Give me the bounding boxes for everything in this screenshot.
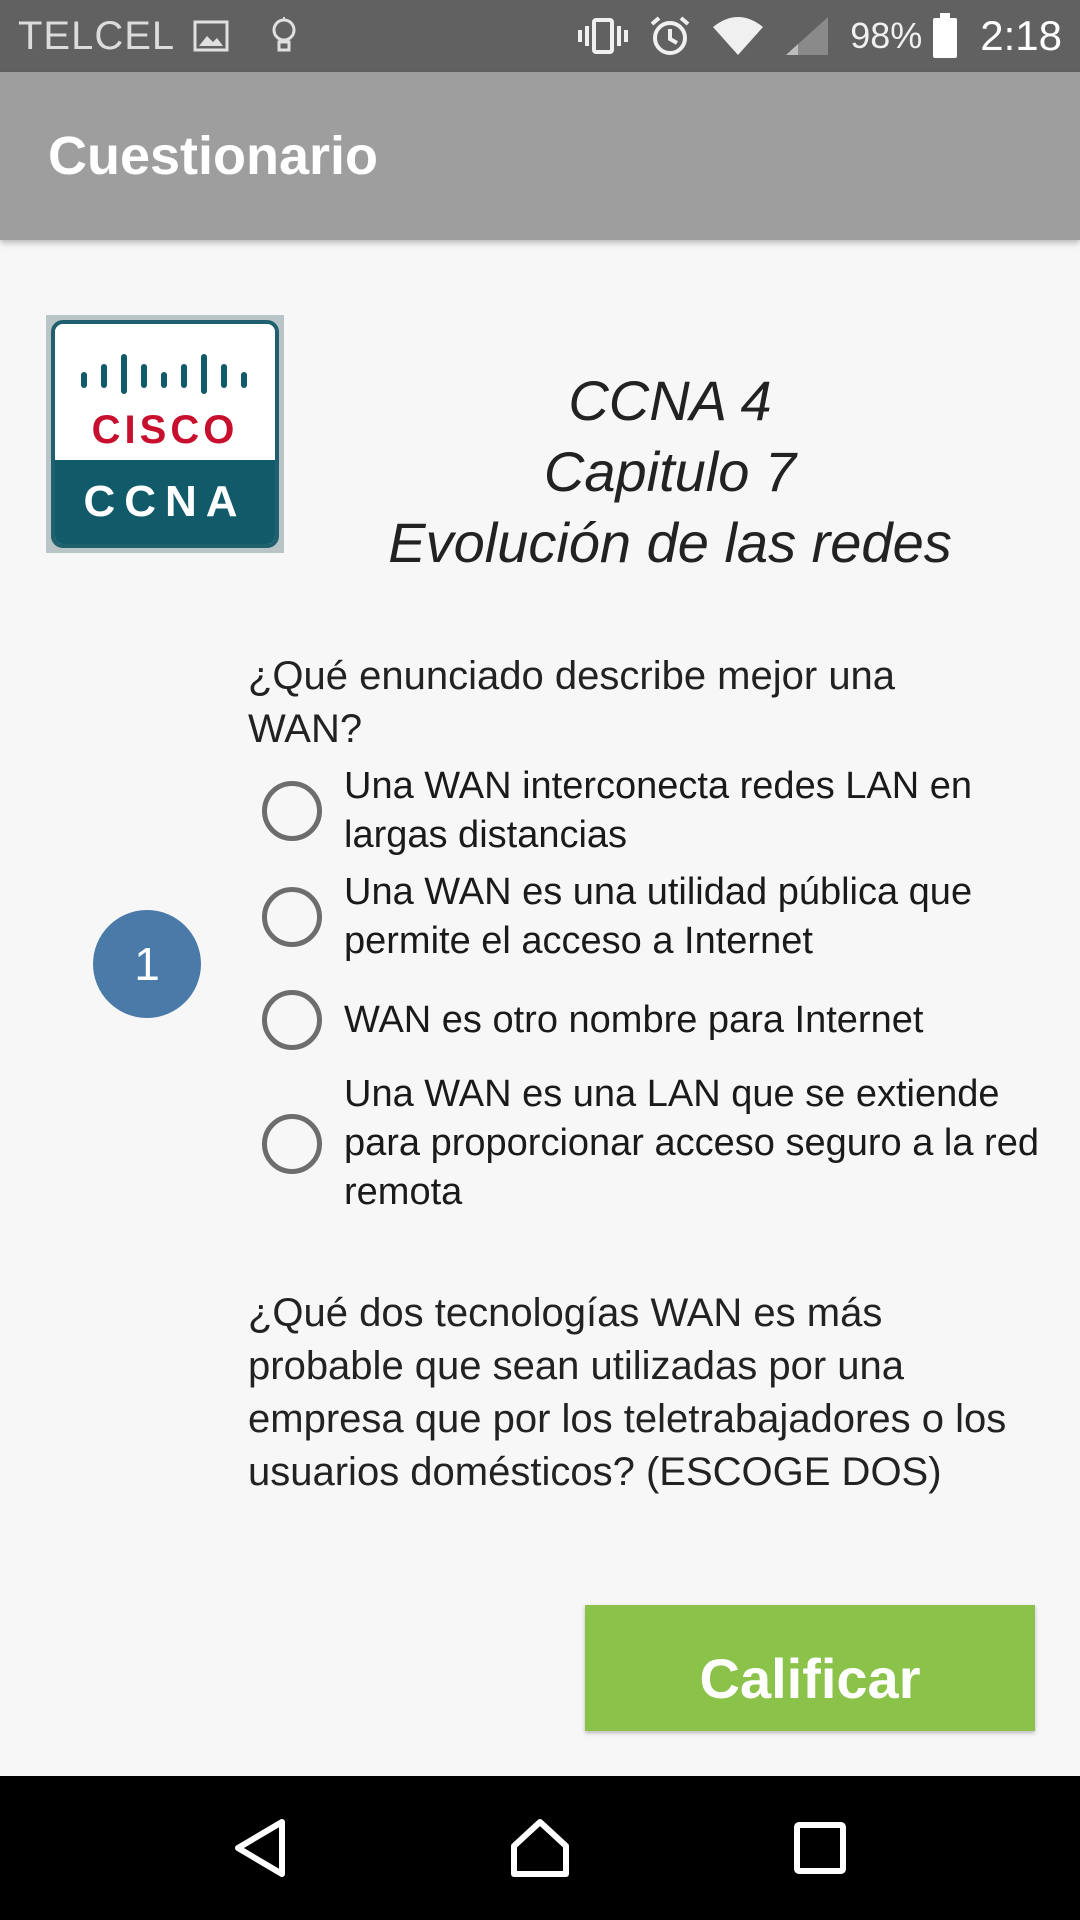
alarm-icon (648, 14, 692, 58)
option-label: Una WAN interconecta redes LAN en largas… (344, 765, 973, 856)
question-2-text: ¿Qué dos tecnologías WAN es más probable… (248, 1291, 1007, 1494)
logo-frame: CISCO CCNA (51, 320, 279, 548)
image-icon (193, 20, 229, 52)
signal-icon (784, 15, 830, 57)
grade-button[interactable]: Calificar (585, 1605, 1035, 1731)
heading-line-course: CCNA 4 (568, 369, 772, 432)
wifi-icon (712, 15, 764, 57)
navigation-bar (0, 1776, 1080, 1920)
question-1-option-2[interactable]: Una WAN es una utilidad pública que perm… (262, 868, 1042, 966)
heading-line-topic: Evolución de las redes (388, 511, 952, 574)
question-1-option-3[interactable]: WAN es otro nombre para Internet (262, 990, 1042, 1050)
carrier-label: TELCEL (18, 13, 176, 58)
question-1-option-1[interactable]: Una WAN interconecta redes LAN en largas… (262, 762, 1042, 860)
clock: 2:18 (980, 12, 1062, 59)
back-icon[interactable] (200, 1788, 320, 1908)
cisco-bars-icon (81, 354, 247, 394)
radio-button[interactable] (262, 887, 322, 947)
recents-icon[interactable] (760, 1788, 880, 1908)
app-title: Cuestionario (48, 126, 379, 186)
cisco-ccna-logo: CISCO CCNA (46, 315, 284, 553)
logo-top: CISCO (55, 324, 275, 461)
option-label: WAN es otro nombre para Internet (344, 998, 924, 1041)
screen: TELCEL 98% 2:18 Cuestionario CISCO CCNA … (0, 0, 1080, 1920)
radio-button[interactable] (262, 990, 322, 1050)
radio-button[interactable] (262, 781, 322, 841)
battery-percent: 98% (850, 15, 923, 56)
battery-icon (932, 13, 958, 59)
option-label: Una WAN es una LAN que se extiende para … (344, 1073, 1039, 1213)
status-bar: TELCEL 98% 2:18 (0, 0, 1080, 72)
status-icons: 98% 2:18 (558, 12, 1062, 60)
question-number-badge: 1 (93, 910, 201, 1018)
radio-button[interactable] (262, 1113, 322, 1174)
question-1-text: ¿Qué enunciado describe mejor una WAN? (248, 654, 896, 751)
option-label: Una WAN es una utilidad pública que perm… (344, 871, 973, 962)
quiz-heading: CCNA 4 Capitulo 7 Evolución de las redes (330, 365, 1010, 578)
lightbulb-icon (269, 16, 299, 56)
app-bar: Cuestionario (0, 72, 1080, 240)
question-1-option-4[interactable]: Una WAN es una LAN que se extiende para … (262, 1070, 1042, 1217)
vibrate-icon (578, 16, 629, 56)
logo-subtitle: CCNA (55, 460, 275, 544)
home-icon[interactable] (480, 1788, 600, 1908)
heading-line-chapter: Capitulo 7 (543, 440, 797, 503)
logo-brand: CISCO (91, 408, 239, 452)
